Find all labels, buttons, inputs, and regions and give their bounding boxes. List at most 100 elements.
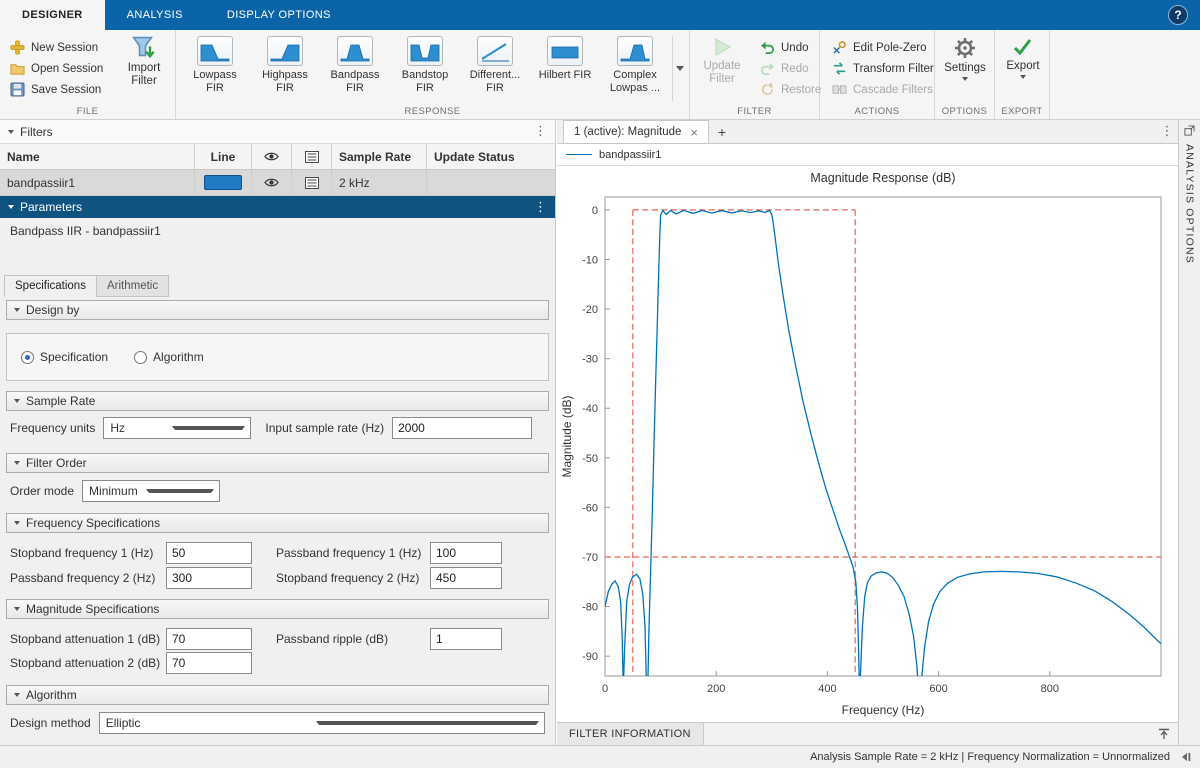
analysis-options-strip[interactable]: ANALYSIS OPTIONS — [1178, 120, 1200, 745]
response-bandstop-fir[interactable]: Bandstop FIR — [390, 34, 460, 94]
collapse-caret-icon — [14, 693, 20, 697]
section-label-actions: ACTIONS — [820, 106, 934, 117]
design-method-label: Design method — [10, 716, 91, 730]
dock-icon[interactable] — [1180, 751, 1192, 763]
response-lowpass-fir[interactable]: Lowpass FIR — [180, 34, 250, 94]
response-bandpass-fir[interactable]: Bandpass FIR — [320, 34, 390, 94]
import-filter-label: Import Filter — [116, 62, 172, 88]
radio-label: Specification — [40, 350, 108, 364]
settings-icon — [953, 36, 977, 60]
plot-legend: bandpassiir1 — [557, 144, 1178, 166]
undock-icon[interactable] — [1184, 125, 1195, 136]
expand-panel-icon[interactable] — [1158, 723, 1170, 745]
transform-filter-icon — [832, 61, 847, 76]
tab-specifications[interactable]: Specifications — [4, 275, 97, 297]
response-differentiator-fir[interactable]: Different... FIR — [460, 34, 530, 94]
frequency-units-dropdown[interactable]: Hz — [103, 417, 251, 439]
section-design-by[interactable]: Design by — [6, 300, 549, 320]
collapse-caret-icon — [14, 399, 20, 403]
cascade-filters-label: Cascade Filters — [853, 84, 933, 96]
parameters-menu-icon[interactable]: ⋮ — [534, 200, 547, 215]
filters-panel-title: Filters — [20, 125, 53, 139]
filter-name-cell[interactable]: bandpassiir1 — [0, 170, 195, 195]
new-session-button[interactable]: New Session — [6, 37, 107, 58]
filter-information-tab[interactable]: FILTER INFORMATION — [557, 723, 704, 745]
cascade-filters-button[interactable]: Cascade Filters — [828, 79, 938, 100]
plot-doc-tab[interactable]: 1 (active): Magnitude × — [563, 120, 709, 143]
radio-button-icon[interactable] — [134, 351, 147, 364]
parameters-panel-header[interactable]: Parameters ⋮ — [0, 196, 555, 218]
passband-frequency-1-field[interactable] — [430, 542, 502, 564]
response-hilbert-fir[interactable]: Hilbert FIR — [530, 34, 600, 94]
edit-pole-zero-icon — [832, 40, 847, 55]
restore-button[interactable]: Restore — [756, 79, 825, 100]
response-highpass-fir[interactable]: Highpass FIR — [250, 34, 320, 94]
redo-button[interactable]: Redo — [756, 58, 825, 79]
section-label-options: OPTIONS — [935, 106, 994, 117]
import-filter-button[interactable]: Import Filter — [116, 36, 172, 88]
filters-panel-header[interactable]: Filters ⋮ — [0, 120, 555, 144]
svg-text:-10: -10 — [582, 254, 598, 266]
svg-text:-80: -80 — [582, 602, 598, 614]
filter-line-cell[interactable] — [195, 170, 252, 195]
section-sample-rate[interactable]: Sample Rate — [6, 391, 549, 411]
bandpass-icon — [337, 36, 373, 66]
transform-filter-button[interactable]: Transform Filter — [828, 58, 938, 79]
filter-legend-toggle[interactable] — [292, 170, 332, 195]
radio-algorithm[interactable]: Algorithm — [134, 350, 204, 364]
new-plot-tab-button[interactable]: + — [709, 120, 735, 143]
column-header-legend — [292, 144, 332, 169]
update-filter-button[interactable]: Update Filter — [694, 36, 750, 86]
section-frequency-specifications[interactable]: Frequency Specifications — [6, 513, 549, 533]
line-color-swatch[interactable] — [204, 175, 242, 190]
radio-label: Algorithm — [153, 350, 204, 364]
plot-menu-icon[interactable]: ⋮ — [1156, 120, 1178, 143]
magnitude-response-chart[interactable]: 02004006008000-10-20-30-40-50-60-70-80-9… — [557, 166, 1178, 722]
section-label-response: RESPONSE — [176, 106, 689, 117]
open-session-button[interactable]: Open Session — [6, 58, 107, 79]
tab-designer[interactable]: DESIGNER — [0, 0, 105, 30]
open-session-icon — [10, 61, 25, 76]
tab-analysis[interactable]: ANALYSIS — [105, 0, 205, 30]
save-session-label: Save Session — [31, 84, 101, 96]
section-algorithm[interactable]: Algorithm — [6, 685, 549, 705]
response-label: FIR — [486, 82, 504, 95]
radio-specification[interactable]: Specification — [21, 350, 108, 364]
tab-arithmetic[interactable]: Arithmetic — [96, 275, 169, 297]
svg-text:-20: -20 — [582, 304, 598, 316]
lowpass-icon — [197, 36, 233, 66]
response-gallery-expand-button[interactable] — [672, 36, 687, 101]
passband-frequency-2-field[interactable] — [166, 567, 252, 589]
differentiator-icon — [477, 36, 513, 66]
edit-pole-zero-button[interactable]: Edit Pole-Zero — [828, 37, 938, 58]
settings-label: Settings — [944, 62, 986, 75]
settings-button[interactable]: Settings — [937, 36, 993, 81]
stopband-frequency-1-field[interactable] — [166, 542, 252, 564]
stopband-attenuation-1-field[interactable] — [166, 628, 252, 650]
order-mode-dropdown[interactable]: Minimum — [82, 480, 220, 502]
response-complex-lowpass[interactable]: Complex Lowpas ... — [600, 34, 670, 94]
close-icon[interactable]: × — [690, 126, 698, 139]
passband-ripple-field[interactable] — [430, 628, 502, 650]
ribbon-section-export: Export EXPORT — [995, 30, 1050, 119]
save-session-button[interactable]: Save Session — [6, 79, 107, 100]
filter-information-bar: FILTER INFORMATION — [557, 722, 1178, 745]
section-filter-order[interactable]: Filter Order — [6, 453, 549, 473]
undo-button[interactable]: Undo — [756, 37, 825, 58]
help-icon[interactable]: ? — [1168, 5, 1188, 25]
passband-frequency-1-label: Passband frequency 1 (Hz) — [276, 546, 426, 560]
filter-table-row[interactable]: bandpassiir1 2 kHz — [0, 170, 555, 196]
undo-icon — [760, 40, 775, 55]
radio-button-icon[interactable] — [21, 351, 34, 364]
export-button[interactable]: Export — [995, 36, 1051, 79]
filters-menu-icon[interactable]: ⋮ — [534, 124, 547, 139]
filter-visibility-toggle[interactable] — [252, 170, 292, 195]
svg-text:0: 0 — [602, 683, 608, 695]
section-magnitude-specifications[interactable]: Magnitude Specifications — [6, 599, 549, 619]
tab-display-options[interactable]: DISPLAY OPTIONS — [205, 0, 353, 30]
input-sample-rate-field[interactable] — [392, 417, 532, 439]
response-label: FIR — [416, 82, 434, 95]
design-method-dropdown[interactable]: Elliptic — [99, 712, 545, 734]
stopband-frequency-2-field[interactable] — [430, 567, 502, 589]
stopband-attenuation-2-field[interactable] — [166, 652, 252, 674]
